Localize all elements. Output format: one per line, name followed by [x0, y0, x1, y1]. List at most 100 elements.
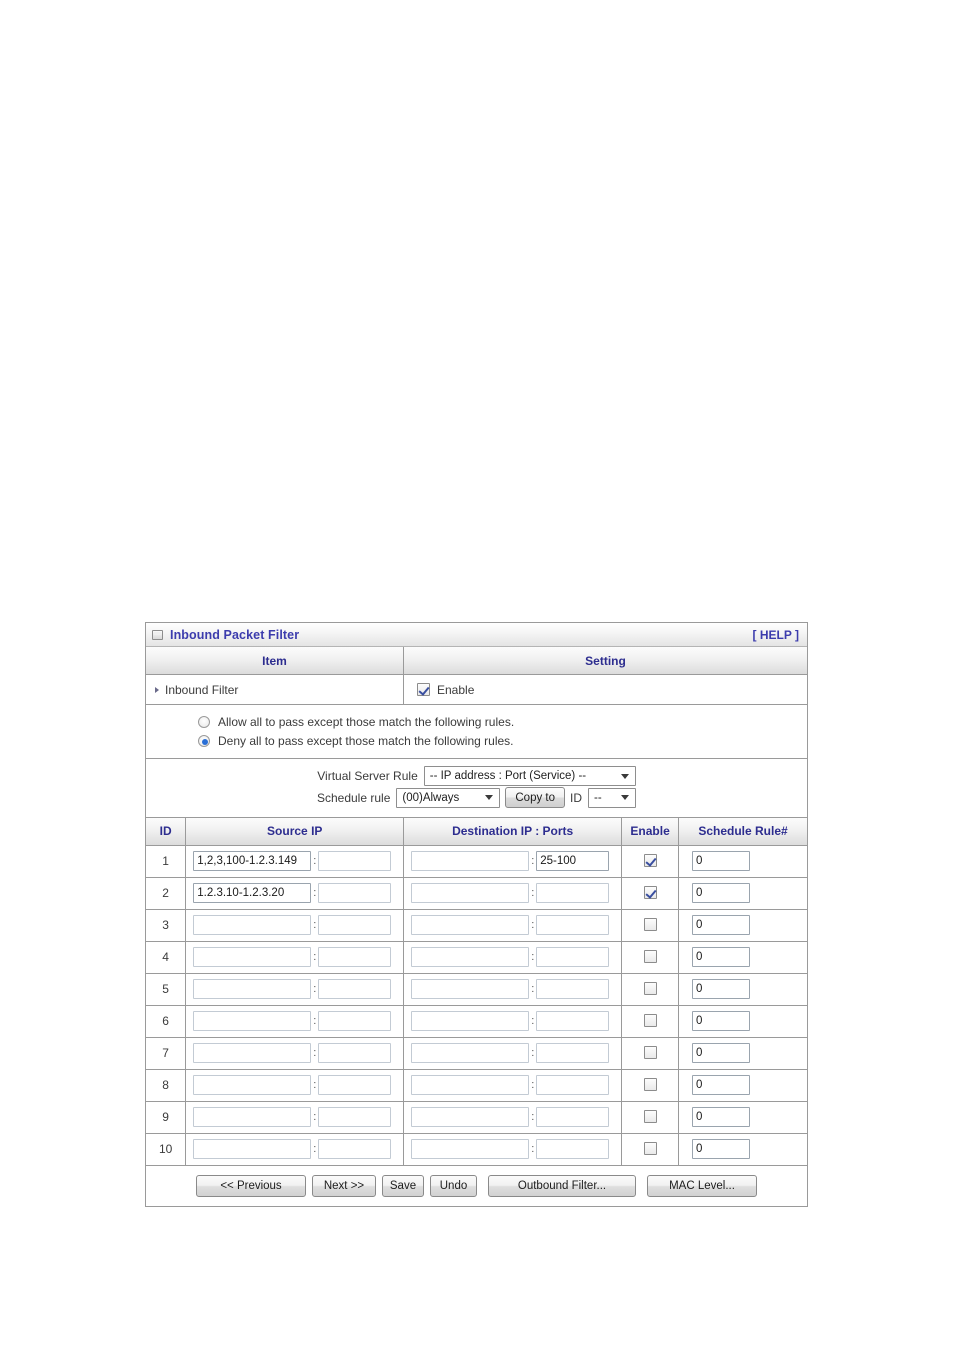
source-port-input[interactable] [318, 915, 392, 935]
page-root: Inbound Packet Filter [ HELP ] Item Sett… [0, 0, 954, 1350]
rule-enable-checkbox[interactable] [643, 1142, 657, 1156]
help-link[interactable]: [ HELP ] [753, 628, 799, 642]
next-button[interactable]: Next >> [312, 1174, 376, 1197]
schedule-rule-input[interactable]: 0 [692, 1139, 750, 1159]
source-ip-input[interactable] [193, 915, 312, 935]
schedule-rule-input[interactable]: 0 [692, 851, 750, 871]
schedule-wrap: 0 [680, 1107, 806, 1127]
destination-ip-input[interactable] [411, 883, 530, 903]
destination-ip-input[interactable] [411, 1075, 530, 1095]
source-port-input[interactable] [318, 1011, 392, 1031]
source-port-input[interactable] [318, 1075, 392, 1095]
schedule-rule-line: Schedule rule (00)Always Copy to ID -- [146, 787, 807, 808]
source-port-input[interactable] [318, 979, 392, 999]
destination-pair: : [405, 915, 620, 935]
outbound-filter-button[interactable]: Outbound Filter... [488, 1174, 636, 1197]
destination-ports-input[interactable] [536, 979, 610, 999]
schedule-rule-input[interactable]: 0 [692, 1107, 750, 1127]
destination-ip-input[interactable] [411, 1011, 530, 1031]
undo-button[interactable]: Undo [430, 1174, 477, 1197]
source-ip-input[interactable] [193, 1139, 312, 1159]
radio-allow-icon[interactable] [198, 715, 210, 728]
policy-option-deny[interactable]: Deny all to pass except those match the … [198, 731, 807, 750]
rule-enable-checkbox[interactable] [643, 1046, 657, 1060]
schedule-wrap: 0 [680, 979, 806, 999]
source-port-input[interactable] [318, 1139, 392, 1159]
rule-enable-checkbox[interactable] [643, 854, 657, 868]
destination-separator: : [531, 983, 535, 995]
schedule-rule-input[interactable]: 0 [692, 1043, 750, 1063]
schedule-rule-input[interactable]: 0 [692, 979, 750, 999]
destination-ports-input[interactable] [536, 1139, 610, 1159]
destination-ip-input[interactable] [411, 979, 530, 999]
source-port-input[interactable] [318, 851, 392, 871]
rule-enable-checkbox[interactable] [643, 886, 657, 900]
rule-enable-checkbox[interactable] [643, 950, 657, 964]
table-row: 6:: 0 [146, 1005, 807, 1038]
mac-level-button[interactable]: MAC Level... [647, 1174, 757, 1197]
source-ip-input[interactable] [193, 1075, 312, 1095]
rule-enable-checkbox[interactable] [643, 918, 657, 932]
destination-ip-input[interactable] [411, 947, 530, 967]
previous-button[interactable]: << Previous [196, 1174, 306, 1197]
schedule-rule-input[interactable]: 0 [692, 947, 750, 967]
source-ip-input[interactable] [193, 979, 312, 999]
rule-id-cell: 9 [146, 1101, 187, 1134]
rule-source-cell: : [185, 1101, 405, 1134]
copy-to-id-select[interactable]: -- [588, 787, 637, 808]
inbound-filter-label: Inbound Filter [165, 682, 239, 697]
schedule-rule-input[interactable]: 0 [692, 1011, 750, 1031]
source-port-input[interactable] [318, 1107, 392, 1127]
schedule-rule-select[interactable]: (00)Always [396, 787, 501, 808]
destination-ip-input[interactable] [411, 915, 530, 935]
rule-enable-checkbox[interactable] [643, 1014, 657, 1028]
radio-deny-icon[interactable] [198, 734, 210, 747]
inbound-filter-enable-checkbox[interactable] [417, 683, 430, 696]
source-ip-input[interactable] [193, 947, 312, 967]
rule-enable-checkbox[interactable] [643, 982, 657, 996]
rule-enable-checkbox[interactable] [643, 1110, 657, 1124]
rule-enable-cell [621, 1069, 679, 1102]
table-row: 10:: 0 [146, 1133, 807, 1166]
destination-ports-input[interactable] [536, 883, 610, 903]
destination-ip-input[interactable] [411, 851, 530, 871]
source-ip-input[interactable] [193, 1043, 312, 1063]
rule-source-cell: : [185, 1069, 405, 1102]
rule-schedule-cell: 0 [678, 1005, 807, 1038]
destination-ports-input[interactable] [536, 915, 610, 935]
source-separator: : [313, 919, 317, 931]
destination-ports-input[interactable] [536, 1075, 610, 1095]
source-separator: : [313, 855, 317, 867]
destination-ip-input[interactable] [411, 1107, 530, 1127]
source-ip-input[interactable]: 1,2,3,100-1.2.3.149 [193, 851, 312, 871]
destination-ports-input[interactable] [536, 1043, 610, 1063]
rule-enable-checkbox[interactable] [643, 1078, 657, 1092]
source-ip-input[interactable] [193, 1011, 312, 1031]
header-schedule-rule: Schedule Rule# [678, 818, 807, 846]
source-separator: : [313, 1079, 317, 1091]
destination-ip-input[interactable] [411, 1139, 530, 1159]
save-button[interactable]: Save [382, 1174, 424, 1197]
source-port-input[interactable] [318, 883, 392, 903]
rule-enable-cell [621, 973, 679, 1006]
source-port-input[interactable] [318, 1043, 392, 1063]
policy-option-allow[interactable]: Allow all to pass except those match the… [198, 712, 807, 731]
rule-source-cell: : [185, 941, 405, 974]
inbound-filter-setting-cell: Enable [404, 675, 807, 704]
copy-to-id-label: ID [570, 790, 583, 805]
table-row: 2 1.2.3.10-1.2.3.20::0 [146, 877, 807, 910]
destination-ports-input[interactable] [536, 1011, 610, 1031]
schedule-rule-input[interactable]: 0 [692, 915, 750, 935]
schedule-rule-input[interactable]: 0 [692, 1075, 750, 1095]
virtual-server-rule-select[interactable]: -- IP address : Port (Service) -- [423, 766, 636, 786]
source-ip-input[interactable]: 1.2.3.10-1.2.3.20 [193, 883, 312, 903]
destination-ports-input[interactable] [536, 1107, 610, 1127]
destination-ip-input[interactable] [411, 1043, 530, 1063]
table-row: 5:: 0 [146, 973, 807, 1006]
schedule-rule-input[interactable]: 0 [692, 883, 750, 903]
source-port-input[interactable] [318, 947, 392, 967]
destination-ports-input[interactable] [536, 947, 610, 967]
copy-to-button[interactable]: Copy to [505, 787, 566, 808]
source-ip-input[interactable] [193, 1107, 312, 1127]
destination-ports-input[interactable]: 25-100 [536, 851, 610, 871]
